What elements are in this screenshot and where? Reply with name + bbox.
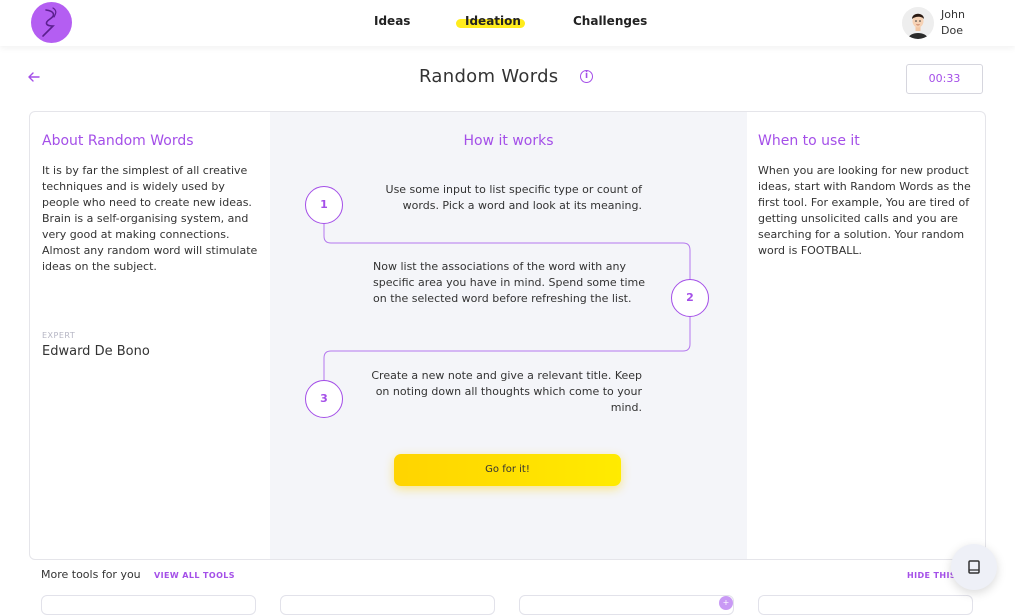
book-icon bbox=[968, 560, 980, 574]
more-tools-label: More tools for you bbox=[41, 568, 141, 581]
how-it-works-panel: How it works 1 Use some input to list sp… bbox=[270, 112, 747, 559]
nav-ideation-label: Ideation bbox=[465, 14, 521, 28]
timer[interactable]: 00:33 bbox=[906, 64, 983, 94]
when-title: When to use it bbox=[758, 133, 860, 149]
nav-challenges[interactable]: Challenges bbox=[573, 14, 647, 28]
user-name[interactable]: John Doe bbox=[941, 7, 981, 39]
plus-badge-icon[interactable]: + bbox=[719, 596, 733, 610]
book-icon-button[interactable] bbox=[951, 544, 997, 590]
user-first-name: John bbox=[941, 8, 965, 21]
step-2-number: 2 bbox=[671, 279, 709, 317]
about-description: It is by far the simplest of all creativ… bbox=[42, 164, 258, 273]
when-description: When you are looking for new product ide… bbox=[758, 164, 971, 257]
page-title: Random Words bbox=[419, 66, 559, 87]
step-1-text: Use some input to list specific type or … bbox=[385, 183, 642, 212]
technique-card: About Random Words It is by far the simp… bbox=[29, 111, 986, 560]
about-title: About Random Words bbox=[42, 133, 194, 149]
view-all-tools-link[interactable]: VIEW ALL TOOLS bbox=[154, 571, 235, 580]
tool-card[interactable] bbox=[758, 595, 973, 615]
step-2-text: Now list the associations of the word wi… bbox=[373, 260, 645, 305]
arrow-left-icon[interactable] bbox=[27, 69, 41, 85]
step-1-number: 1 bbox=[305, 186, 343, 224]
tool-card[interactable] bbox=[41, 595, 256, 615]
tool-card[interactable] bbox=[280, 595, 495, 615]
info-icon[interactable]: i bbox=[580, 70, 593, 83]
tool-card[interactable] bbox=[519, 595, 734, 615]
hide-this-link[interactable]: HIDE THIS bbox=[907, 571, 956, 580]
brand-logo[interactable] bbox=[31, 2, 72, 43]
steps-connector bbox=[323, 224, 691, 380]
go-for-it-button[interactable]: Go for it! bbox=[394, 454, 621, 486]
step-3-number: 3 bbox=[305, 380, 343, 418]
expert-name: Edward De Bono bbox=[42, 344, 150, 359]
nav-ideation[interactable]: Ideation bbox=[456, 14, 525, 28]
avatar[interactable] bbox=[902, 7, 934, 39]
step-3-text: Create a new note and give a relevant ti… bbox=[371, 369, 642, 414]
expert-label: EXPERT bbox=[42, 331, 76, 340]
nav-ideas[interactable]: Ideas bbox=[374, 14, 410, 28]
user-last-name: Doe bbox=[941, 24, 963, 37]
top-navigation-bar: Ideas Ideation Challenges John Doe bbox=[0, 0, 1015, 46]
